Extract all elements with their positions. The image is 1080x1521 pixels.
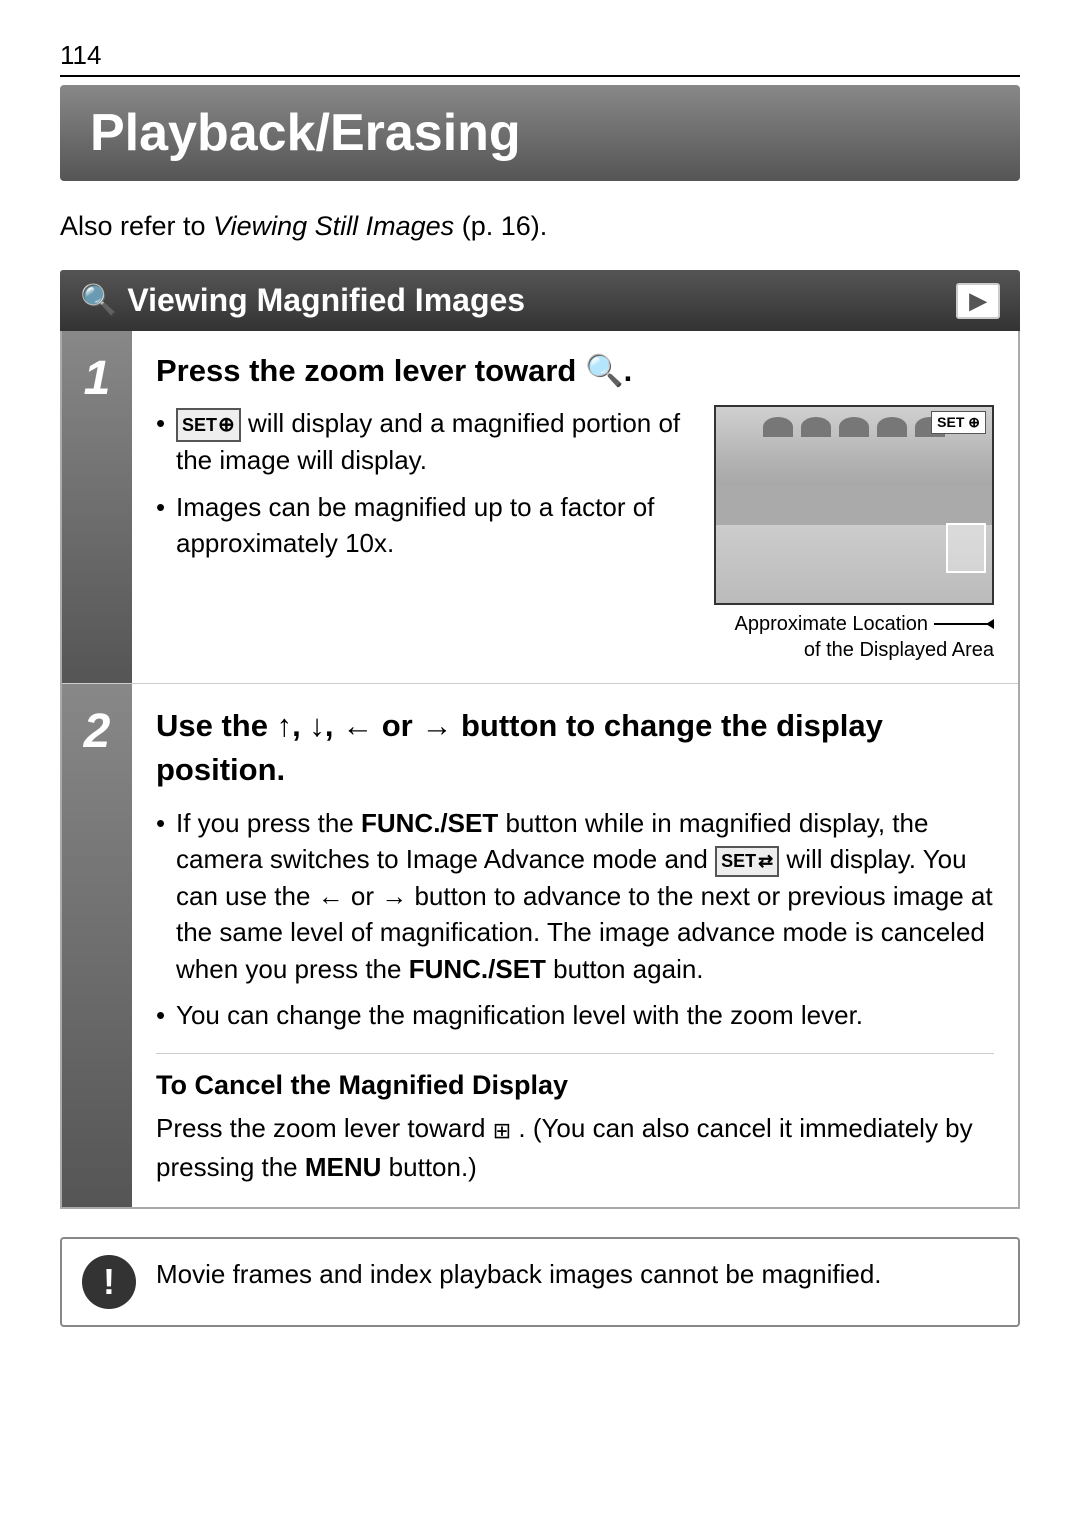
bullet-text-before: If you press the bbox=[176, 808, 361, 838]
menu-bold: MENU bbox=[305, 1152, 382, 1182]
comma-2: , bbox=[325, 708, 342, 743]
caption-line-1: Approximate Location bbox=[714, 611, 994, 637]
step-2-use-the: Use the bbox=[156, 708, 277, 743]
step-1-bullet-2: Images can be magnified up to a factor o… bbox=[156, 489, 694, 562]
step-1-content: Press the zoom lever toward 🔍. SET ⊕ wil… bbox=[132, 331, 1018, 683]
step-1-heading: Press the zoom lever toward 🔍. bbox=[156, 351, 994, 391]
set-badge: SET ⊕ bbox=[931, 411, 986, 434]
set-text: SET bbox=[182, 413, 217, 438]
section-title-text: Viewing Magnified Images bbox=[127, 282, 525, 319]
step-1-number: 1 bbox=[62, 331, 132, 683]
grid-icon: ⊞ bbox=[493, 1114, 511, 1147]
warning-symbol: ! bbox=[103, 1261, 115, 1303]
arrow-right-icon: → bbox=[421, 708, 452, 743]
warning-text: Movie frames and index playback images c… bbox=[156, 1255, 882, 1294]
cancel-section: To Cancel the Magnified Display Press th… bbox=[156, 1053, 994, 1187]
step-1-text: SET ⊕ will display and a magnified porti… bbox=[156, 405, 694, 571]
bullet-2-text: Images can be magnified up to a factor o… bbox=[176, 492, 654, 558]
step-1-image-area: SET ⊕ bbox=[714, 405, 994, 663]
zoom-search-icon: 🔍 bbox=[585, 353, 624, 388]
section-header: 🔍 Viewing Magnified Images ▶ bbox=[60, 270, 1020, 331]
step-1-bullet-1: SET ⊕ will display and a magnified porti… bbox=[156, 405, 694, 479]
playback-mode-icon: ▶ bbox=[956, 283, 1000, 319]
location-indicator-box bbox=[946, 523, 986, 573]
viewing-section: 🔍 Viewing Magnified Images ▶ 1 Press the… bbox=[60, 270, 1020, 1209]
beach-photo: SET ⊕ bbox=[714, 405, 994, 605]
set-inline-2: SET ⇄ bbox=[715, 846, 779, 877]
step-2-number: 2 bbox=[62, 684, 132, 1207]
caption-arrow bbox=[934, 623, 994, 625]
umbrella-1 bbox=[763, 417, 793, 437]
step-1-heading-text: Press the zoom lever toward bbox=[156, 353, 576, 388]
func-set-bold-2: FUNC./SET bbox=[409, 954, 546, 984]
warning-box: ! Movie frames and index playback images… bbox=[60, 1237, 1020, 1327]
intro-text: Also refer to Viewing Still Images (p. 1… bbox=[60, 211, 1020, 242]
bullet-1-text: will display and a magnified portion of … bbox=[176, 408, 680, 475]
step-1: 1 Press the zoom lever toward 🔍. SET ⊕ bbox=[62, 331, 1018, 684]
magnify-sym: ⊕ bbox=[218, 411, 235, 439]
caption-text-1: Approximate Location bbox=[735, 611, 928, 637]
intro-prefix: Also refer to bbox=[60, 211, 213, 241]
step-2-or: or bbox=[382, 708, 422, 743]
arrow-up-icon: ↑ bbox=[277, 708, 293, 743]
cancel-heading: To Cancel the Magnified Display bbox=[156, 1070, 994, 1101]
page-number: 114 bbox=[60, 40, 1020, 77]
umbrella-4 bbox=[877, 417, 907, 437]
cancel-text: Press the zoom lever toward ⊞ . (You can… bbox=[156, 1109, 994, 1187]
content-box: 1 Press the zoom lever toward 🔍. SET ⊕ bbox=[60, 331, 1020, 1209]
arrow-left-icon: ← bbox=[342, 708, 373, 743]
chapter-header: Playback/Erasing bbox=[60, 85, 1020, 181]
umbrella-3 bbox=[839, 417, 869, 437]
image-caption: Approximate Location of the Displayed Ar… bbox=[714, 611, 994, 663]
umbrella-2 bbox=[801, 417, 831, 437]
cancel-text-end: button.) bbox=[389, 1152, 477, 1182]
caption-text-2: of the Displayed Area bbox=[804, 639, 994, 661]
cancel-text-before: Press the zoom lever toward bbox=[156, 1113, 493, 1143]
caption-line-2: of the Displayed Area bbox=[714, 637, 994, 663]
set-text-2: SET bbox=[721, 849, 756, 874]
intro-page-ref: (p. 16). bbox=[462, 211, 548, 241]
step-2-heading: Use the ↑, ↓, ← or → button to change th… bbox=[156, 704, 994, 791]
section-title: 🔍 Viewing Magnified Images bbox=[80, 282, 525, 319]
advance-sym: ⇄ bbox=[758, 849, 773, 874]
warning-icon: ! bbox=[82, 1255, 136, 1309]
bullet-text-end: button again. bbox=[553, 954, 703, 984]
step-2-bullet-2: You can change the magnification level w… bbox=[156, 997, 994, 1033]
step-2-bullets: If you press the FUNC./SET button while … bbox=[156, 805, 994, 1033]
step-1-bullets: SET ⊕ will display and a magnified porti… bbox=[156, 405, 694, 561]
intro-link-text: Viewing Still Images bbox=[213, 211, 454, 241]
set-badge-inline: SET ⊕ bbox=[176, 408, 241, 442]
comma-1: , bbox=[292, 708, 309, 743]
arrow-down-icon: ↓ bbox=[309, 708, 325, 743]
step-2-bullet-1: If you press the FUNC./SET button while … bbox=[156, 805, 994, 987]
step-2-content: Use the ↑, ↓, ← or → button to change th… bbox=[132, 684, 1018, 1207]
step-1-inner: SET ⊕ will display and a magnified porti… bbox=[156, 405, 994, 663]
func-set-bold: FUNC./SET bbox=[361, 808, 498, 838]
step-2: 2 Use the ↑, ↓, ← or → button to change … bbox=[62, 684, 1018, 1207]
search-icon: 🔍 bbox=[80, 283, 117, 318]
bullet-2-text-2: You can change the magnification level w… bbox=[176, 1000, 863, 1030]
